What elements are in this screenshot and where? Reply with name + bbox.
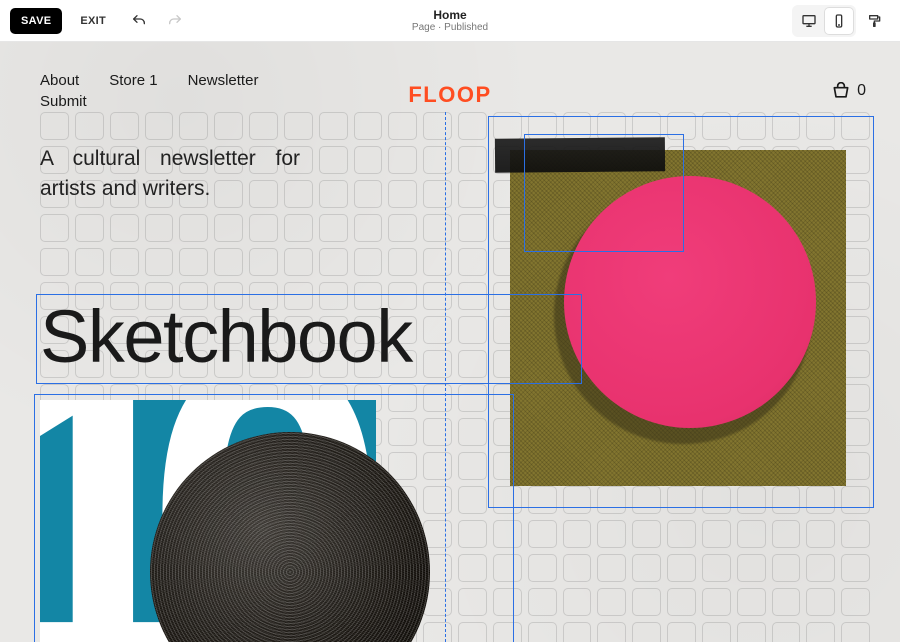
center-guide-line — [445, 112, 446, 642]
mobile-preview-button[interactable] — [824, 7, 854, 35]
page-info[interactable]: Home Page · Published — [412, 7, 488, 33]
site-navigation: About Store 1 Newsletter Submit — [40, 72, 320, 110]
editor-toolbar: SAVE EXIT Home Page · Published — [0, 0, 900, 42]
redo-button[interactable] — [160, 6, 190, 36]
editor-canvas[interactable]: About Store 1 Newsletter Submit FLOOP 0 … — [0, 42, 900, 642]
artwork-circle[interactable] — [564, 176, 816, 428]
toolbar-right-group — [792, 5, 890, 37]
exit-button[interactable]: EXIT — [68, 8, 118, 34]
page-title: Home — [412, 7, 488, 21]
tagline-text[interactable]: A cultural newsletter for artists and wr… — [40, 144, 300, 205]
undo-button[interactable] — [124, 6, 154, 36]
artwork-tape-strip[interactable] — [495, 137, 665, 172]
mobile-icon — [831, 13, 847, 29]
redo-icon — [167, 13, 183, 29]
site-logo[interactable]: FLOOP — [408, 82, 491, 108]
nav-link-store[interactable]: Store 1 — [109, 72, 157, 89]
device-preview-group — [792, 5, 856, 37]
desktop-preview-button[interactable] — [794, 7, 824, 35]
paint-roller-icon — [867, 13, 883, 29]
save-button[interactable]: SAVE — [10, 8, 62, 34]
nav-link-submit[interactable]: Submit — [40, 93, 87, 110]
page-status: Page · Published — [412, 22, 488, 34]
toolbar-left-group: SAVE EXIT — [10, 6, 190, 36]
cart-button[interactable]: 0 — [831, 82, 866, 100]
undo-icon — [131, 13, 147, 29]
cart-icon — [831, 82, 851, 100]
paint-tool-button[interactable] — [860, 6, 890, 36]
headline-text[interactable]: Sketchbook — [40, 300, 412, 374]
cart-count: 0 — [857, 82, 866, 100]
nav-link-about[interactable]: About — [40, 72, 79, 89]
nav-link-newsletter[interactable]: Newsletter — [188, 72, 259, 89]
desktop-icon — [801, 13, 817, 29]
